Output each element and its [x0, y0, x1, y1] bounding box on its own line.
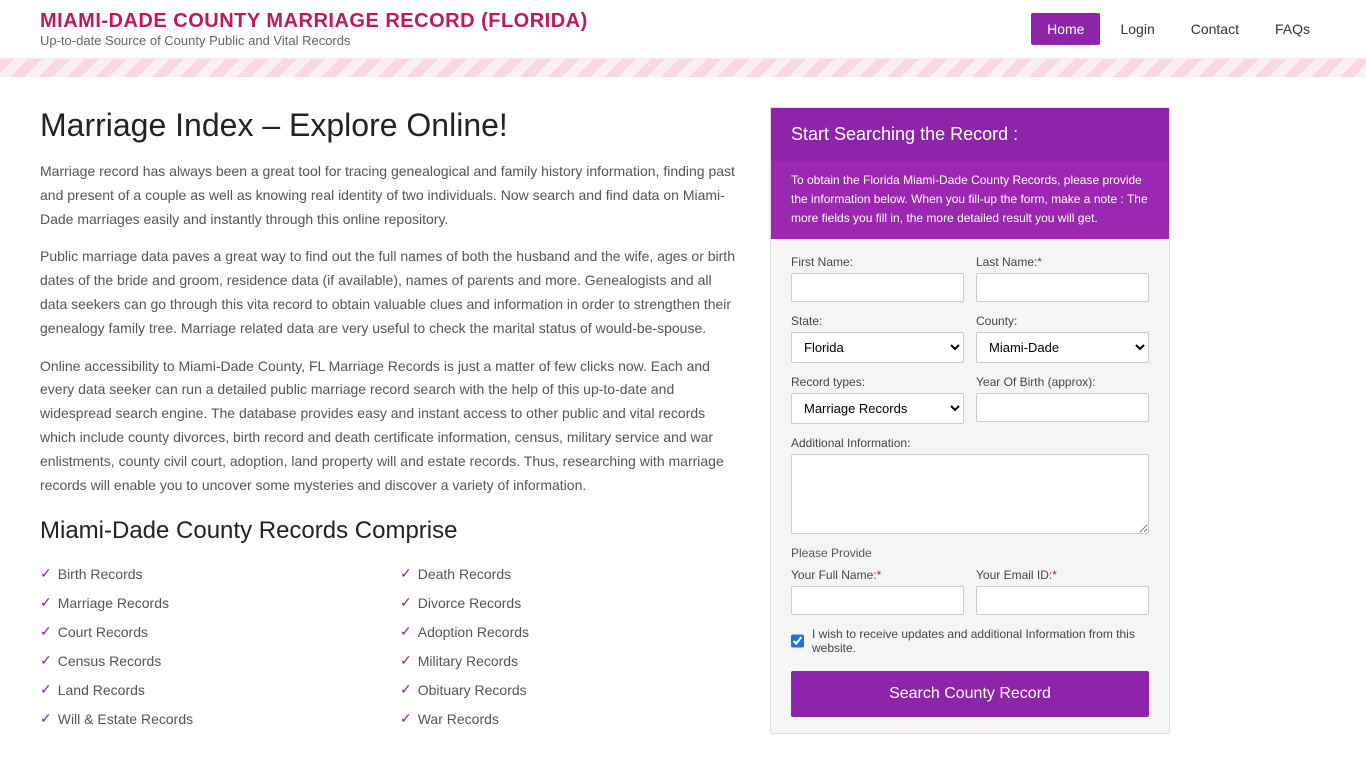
- check-icon: ✓: [400, 565, 412, 582]
- record-label: Obituary Records: [418, 682, 527, 698]
- last-name-group: Last Name:*: [976, 255, 1149, 302]
- record-label: Death Records: [418, 566, 511, 582]
- check-icon: ✓: [40, 681, 52, 698]
- additional-info-row: Additional Information:: [791, 436, 1149, 534]
- check-icon: ✓: [400, 710, 412, 727]
- header-separator: [0, 59, 1366, 77]
- nav-home[interactable]: Home: [1031, 13, 1100, 45]
- check-icon: ✓: [400, 594, 412, 611]
- record-types-select[interactable]: Marriage Records Birth Records Death Rec…: [791, 393, 964, 424]
- check-icon: ✓: [40, 594, 52, 611]
- email-group: Your Email ID:*: [976, 568, 1149, 615]
- search-form-panel: Start Searching the Record : To obtain t…: [770, 107, 1170, 734]
- search-county-record-button[interactable]: Search County Record: [791, 671, 1149, 717]
- list-item: ✓ Military Records: [400, 648, 740, 673]
- main-container: Marriage Index – Explore Online! Marriag…: [0, 77, 1366, 764]
- last-name-label: Last Name:*: [976, 255, 1149, 269]
- list-item: ✓ Marriage Records: [40, 590, 380, 615]
- list-item: ✓ Death Records: [400, 561, 740, 586]
- list-item: ✓ Census Records: [40, 648, 380, 673]
- list-item: ✓ Divorce Records: [400, 590, 740, 615]
- page-heading: Marriage Index – Explore Online!: [40, 107, 740, 144]
- record-label: Marriage Records: [58, 595, 169, 611]
- records-list: ✓ Birth Records ✓ Death Records ✓ Marria…: [40, 561, 740, 731]
- email-input[interactable]: [976, 586, 1149, 615]
- email-required: *: [1052, 568, 1057, 582]
- form-body: First Name: Last Name:* State: Florida A…: [771, 239, 1169, 733]
- state-select[interactable]: Florida Alabama Georgia Texas: [791, 332, 964, 363]
- record-label: Adoption Records: [418, 624, 529, 640]
- checkbox-label: I wish to receive updates and additional…: [812, 627, 1149, 655]
- state-group: State: Florida Alabama Georgia Texas: [791, 314, 964, 363]
- email-label: Your Email ID:*: [976, 568, 1149, 582]
- record-label: Military Records: [418, 653, 518, 669]
- check-icon: ✓: [40, 710, 52, 727]
- intro-paragraph-1: Marriage record has always been a great …: [40, 160, 740, 231]
- full-name-label: Your Full Name:*: [791, 568, 964, 582]
- additional-info-label: Additional Information:: [791, 436, 1149, 450]
- check-icon: ✓: [400, 681, 412, 698]
- list-item: ✓ Obituary Records: [400, 677, 740, 702]
- first-name-label: First Name:: [791, 255, 964, 269]
- record-label: Land Records: [58, 682, 145, 698]
- check-icon: ✓: [40, 623, 52, 640]
- check-icon: ✓: [40, 565, 52, 582]
- record-type-group: Record types: Marriage Records Birth Rec…: [791, 375, 964, 424]
- main-nav: Home Login Contact FAQs: [1031, 13, 1326, 45]
- site-subtitle: Up-to-date Source of County Public and V…: [40, 33, 588, 48]
- last-name-input[interactable]: [976, 273, 1149, 302]
- additional-info-input[interactable]: [791, 454, 1149, 534]
- record-label: Birth Records: [58, 566, 143, 582]
- name-row: First Name: Last Name:*: [791, 255, 1149, 302]
- personal-info-row: Your Full Name:* Your Email ID:*: [791, 568, 1149, 615]
- form-description: To obtain the Florida Miami-Dade County …: [771, 161, 1169, 239]
- list-item: ✓ Court Records: [40, 619, 380, 644]
- nav-faqs[interactable]: FAQs: [1259, 13, 1326, 45]
- records-heading: Miami-Dade County Records Comprise: [40, 517, 740, 545]
- full-name-group: Your Full Name:*: [791, 568, 964, 615]
- content-left: Marriage Index – Explore Online! Marriag…: [40, 107, 740, 734]
- record-label: Census Records: [58, 653, 162, 669]
- additional-info-group: Additional Information:: [791, 436, 1149, 534]
- check-icon: ✓: [400, 652, 412, 669]
- state-label: State:: [791, 314, 964, 328]
- check-icon: ✓: [400, 623, 412, 640]
- site-title: MIAMI-DADE COUNTY MARRIAGE RECORD (FLORI…: [40, 10, 588, 33]
- record-label: Will & Estate Records: [58, 711, 193, 727]
- county-select[interactable]: Miami-Dade Broward Palm Beach: [976, 332, 1149, 363]
- list-item: ✓ Birth Records: [40, 561, 380, 586]
- checkbox-row: I wish to receive updates and additional…: [791, 627, 1149, 655]
- page-header: MIAMI-DADE COUNTY MARRIAGE RECORD (FLORI…: [0, 0, 1366, 59]
- record-types-label: Record types:: [791, 375, 964, 389]
- list-item: ✓ Land Records: [40, 677, 380, 702]
- brand: MIAMI-DADE COUNTY MARRIAGE RECORD (FLORI…: [40, 10, 588, 48]
- last-name-required: *: [1037, 255, 1042, 269]
- check-icon: ✓: [40, 652, 52, 669]
- state-county-row: State: Florida Alabama Georgia Texas Cou…: [791, 314, 1149, 363]
- please-provide-label: Please Provide: [791, 546, 1149, 560]
- first-name-group: First Name:: [791, 255, 964, 302]
- first-name-input[interactable]: [791, 273, 964, 302]
- nav-contact[interactable]: Contact: [1175, 13, 1255, 45]
- record-label: Court Records: [58, 624, 148, 640]
- newsletter-checkbox[interactable]: [791, 634, 804, 648]
- list-item: ✓ War Records: [400, 706, 740, 731]
- full-name-input[interactable]: [791, 586, 964, 615]
- record-type-row: Record types: Marriage Records Birth Rec…: [791, 375, 1149, 424]
- form-header: Start Searching the Record :: [771, 108, 1169, 161]
- year-of-birth-input[interactable]: [976, 393, 1149, 422]
- nav-login[interactable]: Login: [1104, 13, 1170, 45]
- county-label: County:: [976, 314, 1149, 328]
- list-item: ✓ Adoption Records: [400, 619, 740, 644]
- record-label: Divorce Records: [418, 595, 521, 611]
- intro-paragraph-3: Online accessibility to Miami-Dade Count…: [40, 355, 740, 498]
- record-label: War Records: [418, 711, 499, 727]
- list-item: ✓ Will & Estate Records: [40, 706, 380, 731]
- year-of-birth-group: Year Of Birth (approx):: [976, 375, 1149, 424]
- intro-paragraph-2: Public marriage data paves a great way t…: [40, 245, 740, 340]
- full-name-required: *: [877, 568, 882, 582]
- county-group: County: Miami-Dade Broward Palm Beach: [976, 314, 1149, 363]
- year-of-birth-label: Year Of Birth (approx):: [976, 375, 1149, 389]
